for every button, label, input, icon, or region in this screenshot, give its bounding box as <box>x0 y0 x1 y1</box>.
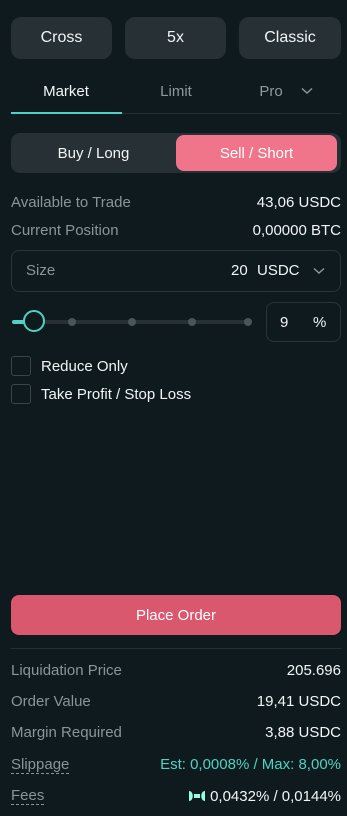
buy-long-button[interactable]: Buy / Long <box>13 135 174 171</box>
tab-pro[interactable]: Pro <box>231 78 341 104</box>
fees-value: 0,0432% / 0,0144% <box>210 787 341 805</box>
current-position-row: Current Position 0,00000 BTC <box>11 222 341 239</box>
slider-step-100[interactable] <box>244 318 252 326</box>
tpsl-label: Take Profit / Stop Loss <box>41 386 192 403</box>
position-label: Current Position <box>11 222 119 239</box>
margin-label: Margin Required <box>11 724 122 741</box>
place-order-button[interactable]: Place Order <box>11 595 341 635</box>
slippage-value: Est: 0,0008% / Max: 8,00% <box>160 756 341 773</box>
size-slider-thumb[interactable] <box>23 310 46 332</box>
tab-limit-label: Limit <box>160 82 192 100</box>
liquidation-value: 205.696 <box>286 662 341 679</box>
margin-value: 3,88 USDC <box>265 724 341 741</box>
liquidation-price-row: Liquidation Price 205.696 <box>11 662 341 679</box>
tab-market[interactable]: Market <box>11 78 121 104</box>
fees-row: Fees 0,0432% / 0,0144% <box>11 787 341 805</box>
place-order-label: Place Order <box>135 606 217 624</box>
liquidation-label: Liquidation Price <box>11 662 122 679</box>
available-label: Available to Trade <box>11 194 131 211</box>
tpsl-checkbox[interactable] <box>11 384 31 404</box>
chevron-down-icon <box>313 267 325 274</box>
slider-step-75[interactable] <box>188 318 196 326</box>
slider-step-25[interactable] <box>68 318 76 326</box>
fees-label[interactable]: Fees <box>11 787 45 805</box>
active-tab-indicator <box>11 112 122 114</box>
available-to-trade-row: Available to Trade 43,06 USDC <box>11 194 341 211</box>
size-value: 20 <box>231 262 248 279</box>
chevron-down-icon <box>301 87 313 94</box>
slippage-label[interactable]: Slippage <box>11 756 70 774</box>
leverage-label: 5x <box>167 29 184 46</box>
size-unit-select[interactable]: USDC <box>257 262 300 279</box>
summary-divider <box>11 648 341 649</box>
size-label: Size <box>26 262 56 279</box>
reduce-only-checkbox[interactable] <box>11 356 31 376</box>
available-value: 43,06 USDC <box>256 194 341 211</box>
side-toggle: Buy / Long Sell / Short <box>11 133 341 173</box>
slider-step-50[interactable] <box>128 318 136 326</box>
leverage-button[interactable]: 5x <box>125 17 226 59</box>
position-mode-button[interactable]: Classic <box>239 17 341 59</box>
margin-mode-label: Cross <box>40 29 83 46</box>
fees-value-group: 0,0432% / 0,0144% <box>188 787 341 805</box>
size-input[interactable]: Size 20 USDC <box>11 250 341 292</box>
position-mode-label: Classic <box>264 29 316 46</box>
percent-value: 9 <box>280 314 289 331</box>
buy-long-label: Buy / Long <box>57 144 130 162</box>
reduce-only-label: Reduce Only <box>41 358 128 375</box>
sell-short-label: Sell / Short <box>219 144 294 162</box>
margin-mode-button[interactable]: Cross <box>11 17 112 59</box>
order-value: 19,41 USDC <box>256 693 341 710</box>
sell-short-button[interactable]: Sell / Short <box>176 135 337 171</box>
tab-pro-label: Pro <box>259 82 283 100</box>
order-value-row: Order Value 19,41 USDC <box>11 693 341 710</box>
position-value: 0,00000 BTC <box>252 222 341 239</box>
size-slider-track[interactable] <box>20 320 252 324</box>
hyperliquid-logo-icon <box>189 791 206 801</box>
slippage-row: Slippage Est: 0,0008% / Max: 8,00% <box>11 756 341 774</box>
percent-symbol: % <box>313 314 327 331</box>
tab-limit[interactable]: Limit <box>121 78 231 104</box>
margin-required-row: Margin Required 3,88 USDC <box>11 724 341 741</box>
percent-input[interactable]: 9 % <box>266 302 341 342</box>
order-value-label: Order Value <box>11 693 91 710</box>
tab-market-label: Market <box>43 82 89 100</box>
